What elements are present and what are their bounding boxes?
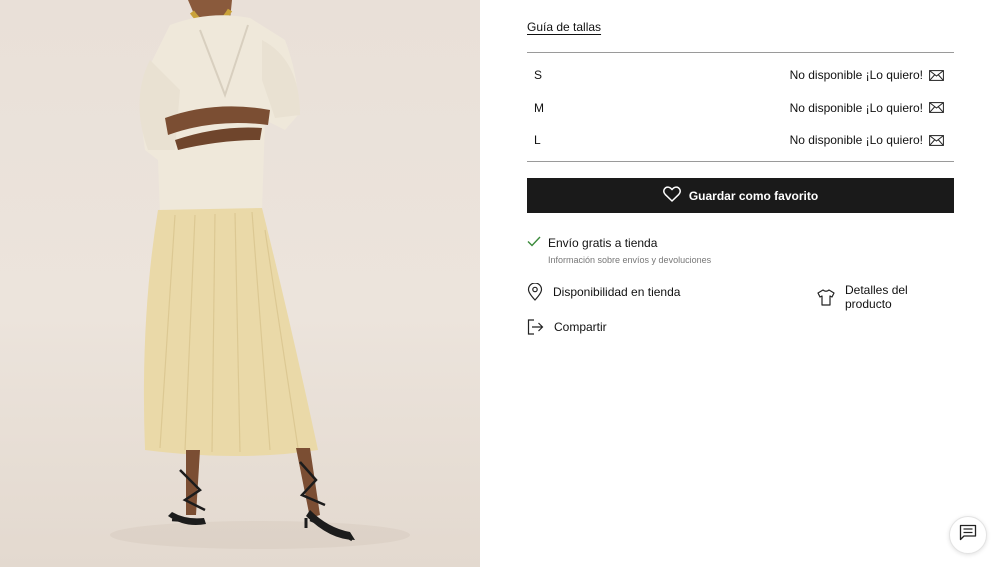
size-availability: No disponible ¡Lo quiero! <box>790 133 944 147</box>
size-status: No disponible ¡Lo quiero! <box>789 100 923 115</box>
mail-icon[interactable] <box>929 69 944 81</box>
location-pin-icon <box>527 283 543 301</box>
size-availability: No disponible ¡Lo quiero! <box>790 101 944 115</box>
size-option-m[interactable]: M No disponible ¡Lo quiero! <box>527 92 954 125</box>
store-availability-link[interactable]: Disponibilidad en tienda <box>527 283 680 301</box>
product-photo <box>0 0 480 567</box>
shipping-info-link[interactable]: Información sobre envíos y devoluciones <box>548 255 711 265</box>
size-status: No disponible ¡Lo quiero! <box>789 68 923 83</box>
share-icon <box>527 319 544 335</box>
chat-button[interactable] <box>949 516 987 554</box>
chat-icon <box>959 524 977 546</box>
size-availability: No disponible ¡Lo quiero! <box>790 68 944 82</box>
shipping-info: Envío gratis a tienda Información sobre … <box>527 236 711 265</box>
size-option-l[interactable]: L No disponible ¡Lo quiero! <box>527 124 954 157</box>
share-link[interactable]: Compartir <box>527 319 607 335</box>
save-favorite-label: Guardar como favorito <box>688 188 819 203</box>
product-details-label: Detalles del producto <box>845 283 908 311</box>
shipping-title: Envío gratis a tienda <box>548 236 658 250</box>
store-availability-label: Disponibilidad en tienda <box>553 285 681 299</box>
size-list: S No disponible ¡Lo quiero! M No disponi… <box>527 52 954 162</box>
product-details-link[interactable]: Detalles del producto <box>817 283 954 311</box>
check-icon <box>527 236 541 250</box>
product-photo-illustration <box>110 0 410 549</box>
mail-icon[interactable] <box>929 102 944 114</box>
tshirt-icon <box>817 288 835 306</box>
size-label: M <box>534 100 544 115</box>
size-label: L <box>534 133 541 148</box>
size-guide-link[interactable]: Guía de tallas <box>527 20 601 34</box>
save-favorite-button[interactable]: Guardar como favorito <box>527 178 954 213</box>
share-label: Compartir <box>554 320 607 334</box>
heart-icon <box>662 186 681 205</box>
size-status: No disponible ¡Lo quiero! <box>789 133 923 148</box>
size-option-s[interactable]: S No disponible ¡Lo quiero! <box>527 59 954 92</box>
mail-icon[interactable] <box>929 134 944 146</box>
size-label: S <box>534 68 543 83</box>
product-info-panel: Guía de tallas S No disponible ¡Lo quier… <box>527 0 954 567</box>
